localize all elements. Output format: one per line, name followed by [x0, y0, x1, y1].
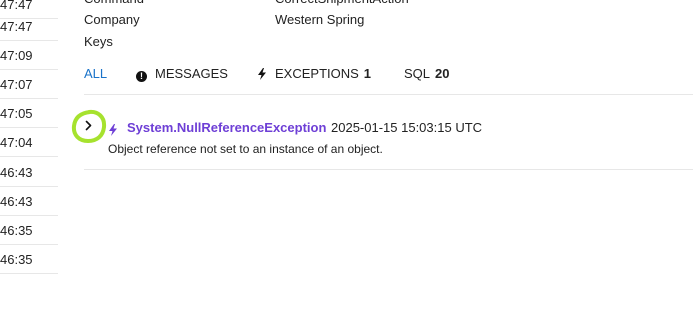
tab-messages-label: MESSAGES — [155, 66, 228, 81]
tab-all[interactable]: ALL — [84, 64, 107, 84]
exception-type[interactable]: System.NullReferenceException — [127, 120, 326, 135]
tab-all-label: ALL — [84, 66, 108, 81]
detail-panel: Command CorrectShipmentAction Company We… — [71, 0, 693, 325]
lightning-icon — [257, 68, 267, 80]
list-item[interactable]: 47:09 — [0, 41, 58, 70]
tab-sql-label: SQL — [404, 66, 431, 81]
list-item-time: 46:43 — [0, 194, 33, 209]
exception-message: Object reference not set to an instance … — [108, 142, 383, 156]
exception-detail-view: 47:47 47:47 47:09 47:07 47:05 47:04 46:4… — [0, 0, 693, 325]
meta-row-command: Command CorrectShipmentAction — [84, 0, 693, 9]
tab-exceptions-label: EXCEPTIONS — [275, 66, 359, 81]
list-item[interactable]: 47:05 — [0, 99, 58, 128]
list-item[interactable]: 46:35 — [0, 245, 58, 274]
exception-row: System.NullReferenceException 2025-01-15… — [71, 109, 693, 158]
list-item[interactable]: 47:47 — [0, 12, 58, 41]
list-item[interactable]: 47:07 — [0, 70, 58, 99]
tab-exceptions[interactable]: EXCEPTIONS 1 — [257, 64, 371, 84]
list-item-time: 47:07 — [0, 77, 33, 92]
list-item-time: 46:43 — [0, 165, 33, 180]
tab-messages[interactable]: ! MESSAGES — [136, 64, 228, 84]
divider — [84, 94, 693, 95]
list-item[interactable]: 46:43 — [0, 158, 58, 187]
list-item-time: 46:35 — [0, 252, 33, 267]
list-item-time: 47:04 — [0, 135, 33, 150]
meta-key: Command — [84, 0, 144, 9]
list-item[interactable]: 46:35 — [0, 216, 58, 245]
list-item-time: 47:05 — [0, 106, 33, 121]
tab-exceptions-count: 1 — [363, 66, 372, 81]
list-item-time: 47:47 — [0, 19, 33, 34]
list-item[interactable]: 46:43 — [0, 187, 58, 216]
exception-timestamp: 2025-01-15 15:03:15 UTC — [331, 120, 483, 135]
list-item[interactable]: 47:04 — [0, 128, 58, 157]
meta-row-keys: Keys — [84, 32, 693, 52]
chevron-right-icon — [85, 120, 92, 131]
list-item-time: 47:09 — [0, 48, 33, 63]
tab-sql-count: 20 — [435, 66, 450, 81]
meta-key: Keys — [84, 34, 113, 49]
meta-row-company: Company Western Spring — [84, 10, 693, 30]
list-item-time: 46:35 — [0, 223, 33, 238]
info-icon: ! — [136, 71, 147, 82]
meta-value: Western Spring — [275, 12, 365, 27]
expand-toggle[interactable] — [70, 108, 108, 146]
request-list: 47:47 47:47 47:09 47:07 47:05 47:04 46:4… — [0, 0, 58, 325]
lightning-icon — [108, 123, 118, 136]
divider — [84, 169, 693, 170]
meta-value: CorrectShipmentAction — [275, 0, 409, 9]
tab-sql[interactable]: SQL 20 — [404, 64, 449, 84]
meta-key: Company — [84, 12, 140, 27]
list-item-time: 47:47 — [0, 0, 33, 12]
